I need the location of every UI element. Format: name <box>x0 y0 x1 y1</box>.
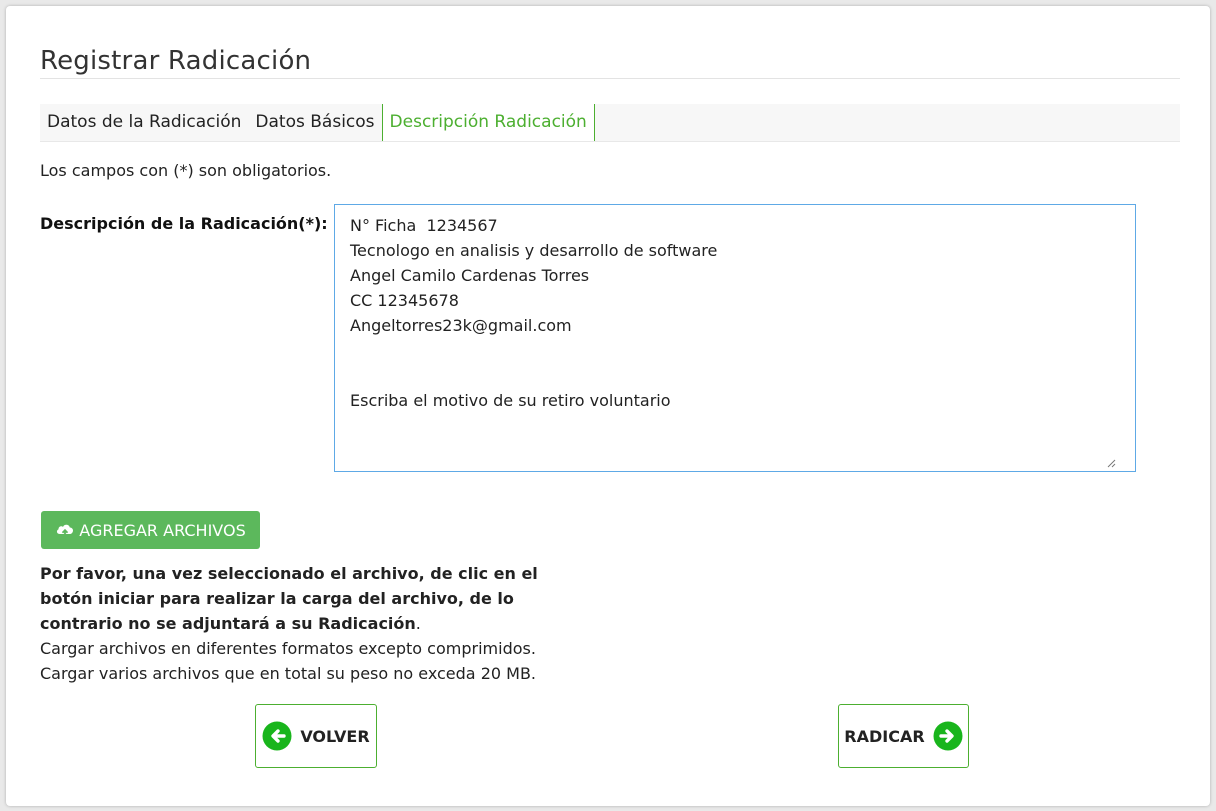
submit-button[interactable]: RADICAR <box>838 704 969 768</box>
submit-label: RADICAR <box>844 726 925 746</box>
tab-datos-basicos[interactable]: Datos Básicos <box>248 104 381 141</box>
tab-descripcion-radicacion[interactable]: Descripción Radicación <box>381 104 595 141</box>
resize-grip-icon[interactable] <box>1106 458 1116 468</box>
upload-help-formats: Cargar archivos en diferentes formatos e… <box>40 639 536 658</box>
tab-bar: Datos de la Radicación Datos Básicos Des… <box>40 104 1180 142</box>
upload-help-size: Cargar varios archivos que en total su p… <box>40 664 537 683</box>
back-label: VOLVER <box>300 726 370 746</box>
page-title: Registrar Radicación <box>40 46 312 76</box>
upload-help-text: Por favor, una vez seleccionado el archi… <box>40 561 580 686</box>
main-panel: Registrar Radicación Datos de la Radicac… <box>6 6 1210 806</box>
cloud-upload-icon <box>57 524 74 538</box>
back-button[interactable]: VOLVER <box>255 704 377 768</box>
title-divider <box>40 78 1180 79</box>
tab-datos-radicacion[interactable]: Datos de la Radicación <box>40 104 248 141</box>
arrow-right-circle-icon <box>933 721 963 751</box>
upload-help-bold: Por favor, una vez seleccionado el archi… <box>40 564 538 633</box>
add-files-label: AGREGAR ARCHIVOS <box>79 520 246 540</box>
arrow-left-circle-icon <box>262 721 292 751</box>
description-textarea[interactable]: N° Ficha 1234567 Tecnologo en analisis y… <box>334 204 1136 472</box>
add-files-button[interactable]: AGREGAR ARCHIVOS <box>41 511 260 549</box>
description-label: Descripción de la Radicación(*): <box>40 214 328 233</box>
required-fields-note: Los campos con (*) son obligatorios. <box>40 161 332 180</box>
